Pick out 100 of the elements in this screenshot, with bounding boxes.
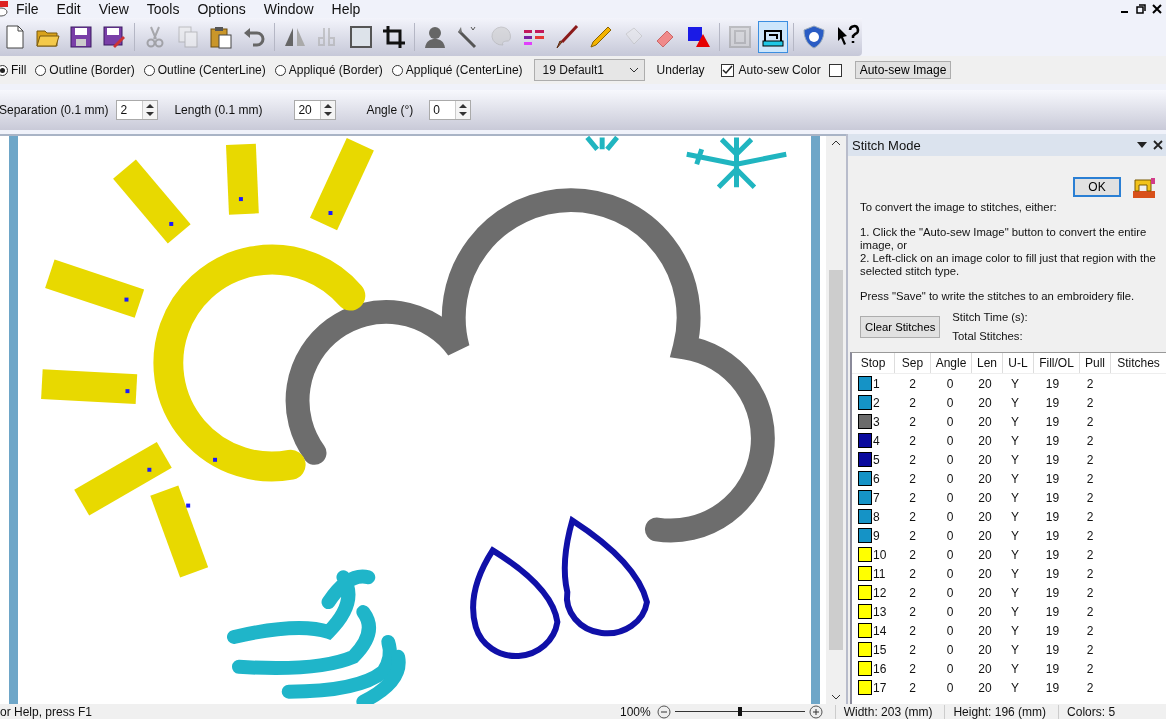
table-cell-text: 19 — [1044, 623, 1061, 638]
table-cell-text: 0 — [945, 452, 955, 467]
column-header[interactable]: Len — [972, 353, 1003, 373]
menu-item[interactable]: Options — [197, 1, 255, 17]
total-stitches-label: Total Stitches: — [952, 330, 1024, 342]
table-cell-text: 2 — [908, 528, 917, 543]
table-cell-text: 20 — [977, 528, 993, 543]
zoom-level: 100% — [620, 704, 651, 719]
menu-item[interactable]: Window — [263, 1, 323, 17]
close-icon[interactable] — [1152, 4, 1162, 14]
table-cell-text: 0 — [945, 471, 955, 486]
table-cell-text: 2 — [908, 642, 917, 657]
table-cell-text: Y — [1010, 490, 1020, 505]
table-cell-text: 2 — [1085, 661, 1095, 676]
table-cell-text: 19 — [1044, 471, 1061, 486]
spin-down-icon[interactable] — [459, 112, 468, 117]
table-cell-text: 2 — [908, 547, 917, 562]
menu-item[interactable]: File — [16, 1, 48, 17]
panel-title: Stitch Mode — [852, 137, 922, 153]
table-cell-text: 2 — [908, 414, 917, 429]
table-cell-text: 14 — [872, 623, 888, 638]
table-cell-text: 19 — [1044, 376, 1061, 391]
instruction-text: To convert the image to stitches, either: — [860, 201, 1058, 214]
scroll-up-icon[interactable] — [832, 140, 841, 145]
table-cell-text: 10 — [872, 547, 888, 562]
table-cell-text: 20 — [977, 661, 993, 676]
table-cell-text: 13 — [872, 604, 888, 619]
restore-icon[interactable] — [1136, 4, 1146, 14]
spin-down-icon[interactable] — [324, 112, 333, 117]
table-cell-text: 6 — [872, 471, 881, 486]
table-cell-text: 0 — [945, 585, 955, 600]
spin-field[interactable]: 0 — [429, 100, 472, 120]
ok-button[interactable]: OK — [1073, 177, 1121, 197]
table-cell-text: 2 — [1085, 547, 1095, 562]
table-cell-text: Y — [1010, 528, 1020, 543]
preset-dropdown[interactable]: 19 Default1 — [533, 59, 645, 81]
table-cell-text: 20 — [977, 376, 993, 391]
spin-up-icon[interactable] — [324, 103, 333, 108]
table-cell-text: 2 — [908, 604, 917, 619]
table-cell-text: 19 — [1044, 490, 1061, 505]
column-header[interactable]: Angle — [931, 353, 972, 373]
paintbrush-icon — [554, 24, 580, 50]
menu-item[interactable]: View — [98, 1, 138, 17]
checkbox[interactable] — [828, 63, 842, 77]
stitch-type-radio[interactable]: Appliqué (Border) — [274, 63, 383, 77]
stitch-time-label: Stitch Time (s): — [952, 311, 1028, 323]
zoom-slider-thumb[interactable] — [737, 707, 742, 716]
spin-field[interactable]: 2 — [116, 100, 159, 120]
width-readout: Width: 203 (mm) — [834, 704, 941, 719]
sewing-machine-icon — [1131, 175, 1157, 199]
spin-up-icon[interactable] — [459, 103, 468, 108]
column-header[interactable]: Fill/OL — [1034, 353, 1080, 373]
table-cell-text: 0 — [945, 395, 955, 410]
table-cell-text: 0 — [945, 566, 955, 581]
table-cell-text: 20 — [977, 490, 993, 505]
table-cell-text: 2 — [872, 395, 881, 410]
table-cell-text: 2 — [1085, 528, 1095, 543]
table-cell-text: 5 — [872, 452, 881, 467]
table-cell-text: 2 — [908, 376, 917, 391]
table-cell-text: 19 — [1044, 604, 1061, 619]
auto-sew-color-checkbox[interactable] — [720, 63, 734, 77]
auto-sew-image-button[interactable]: Auto-sew Image — [854, 61, 952, 79]
chevron-down-icon — [628, 67, 639, 73]
table-cell-text: 2 — [1085, 433, 1095, 448]
save-icon — [68, 24, 94, 50]
zoom-in-icon[interactable] — [808, 704, 823, 719]
scrollbar[interactable] — [826, 136, 846, 704]
table-cell-text: 9 — [872, 528, 881, 543]
close-icon[interactable] — [1153, 140, 1163, 150]
table-cell-text: 2 — [908, 566, 917, 581]
stitch-type-radio[interactable]: Outline (Border) — [35, 63, 135, 77]
stitch-type-radio[interactable]: Outline (CenterLine) — [143, 63, 266, 77]
spin-down-icon[interactable] — [146, 112, 155, 117]
table-cell-text: 19 — [1044, 680, 1061, 695]
zoom-out-icon[interactable] — [656, 704, 671, 719]
dropdown-icon[interactable] — [1137, 142, 1147, 148]
column-header[interactable]: Stop — [852, 353, 895, 373]
table-cell-text: 19 — [1044, 566, 1061, 581]
clear-stitches-button[interactable]: Clear Stitches — [860, 315, 941, 338]
table-cell-text: 0 — [945, 642, 955, 657]
help-shield-icon — [801, 24, 827, 50]
colors-count: Colors: 5 — [1058, 704, 1124, 719]
table-cell-text: 0 — [945, 490, 955, 505]
column-header[interactable]: U-L — [1003, 353, 1034, 373]
toolbar-button[interactable] — [758, 21, 788, 53]
menu-item[interactable]: Help — [331, 1, 370, 17]
spin-field[interactable]: 20 — [294, 100, 337, 120]
table-cell-text: 0 — [945, 604, 955, 619]
stitch-type-radio[interactable]: Appliqué (CenterLine) — [391, 63, 523, 77]
menu-item[interactable]: Edit — [56, 1, 90, 17]
spin-up-icon[interactable] — [146, 103, 155, 108]
column-header[interactable]: Sep — [895, 353, 931, 373]
menu-item[interactable]: Tools — [146, 1, 189, 17]
scroll-down-icon[interactable] — [832, 695, 841, 700]
table-cell-text: 2 — [1085, 566, 1095, 581]
column-header[interactable]: Stitches — [1111, 353, 1166, 373]
table-cell-text: 19 — [1044, 642, 1061, 657]
stitch-type-radio[interactable]: Fill — [0, 63, 27, 77]
column-header[interactable]: Pull — [1080, 353, 1111, 373]
table-cell-text: 19 — [1044, 395, 1061, 410]
